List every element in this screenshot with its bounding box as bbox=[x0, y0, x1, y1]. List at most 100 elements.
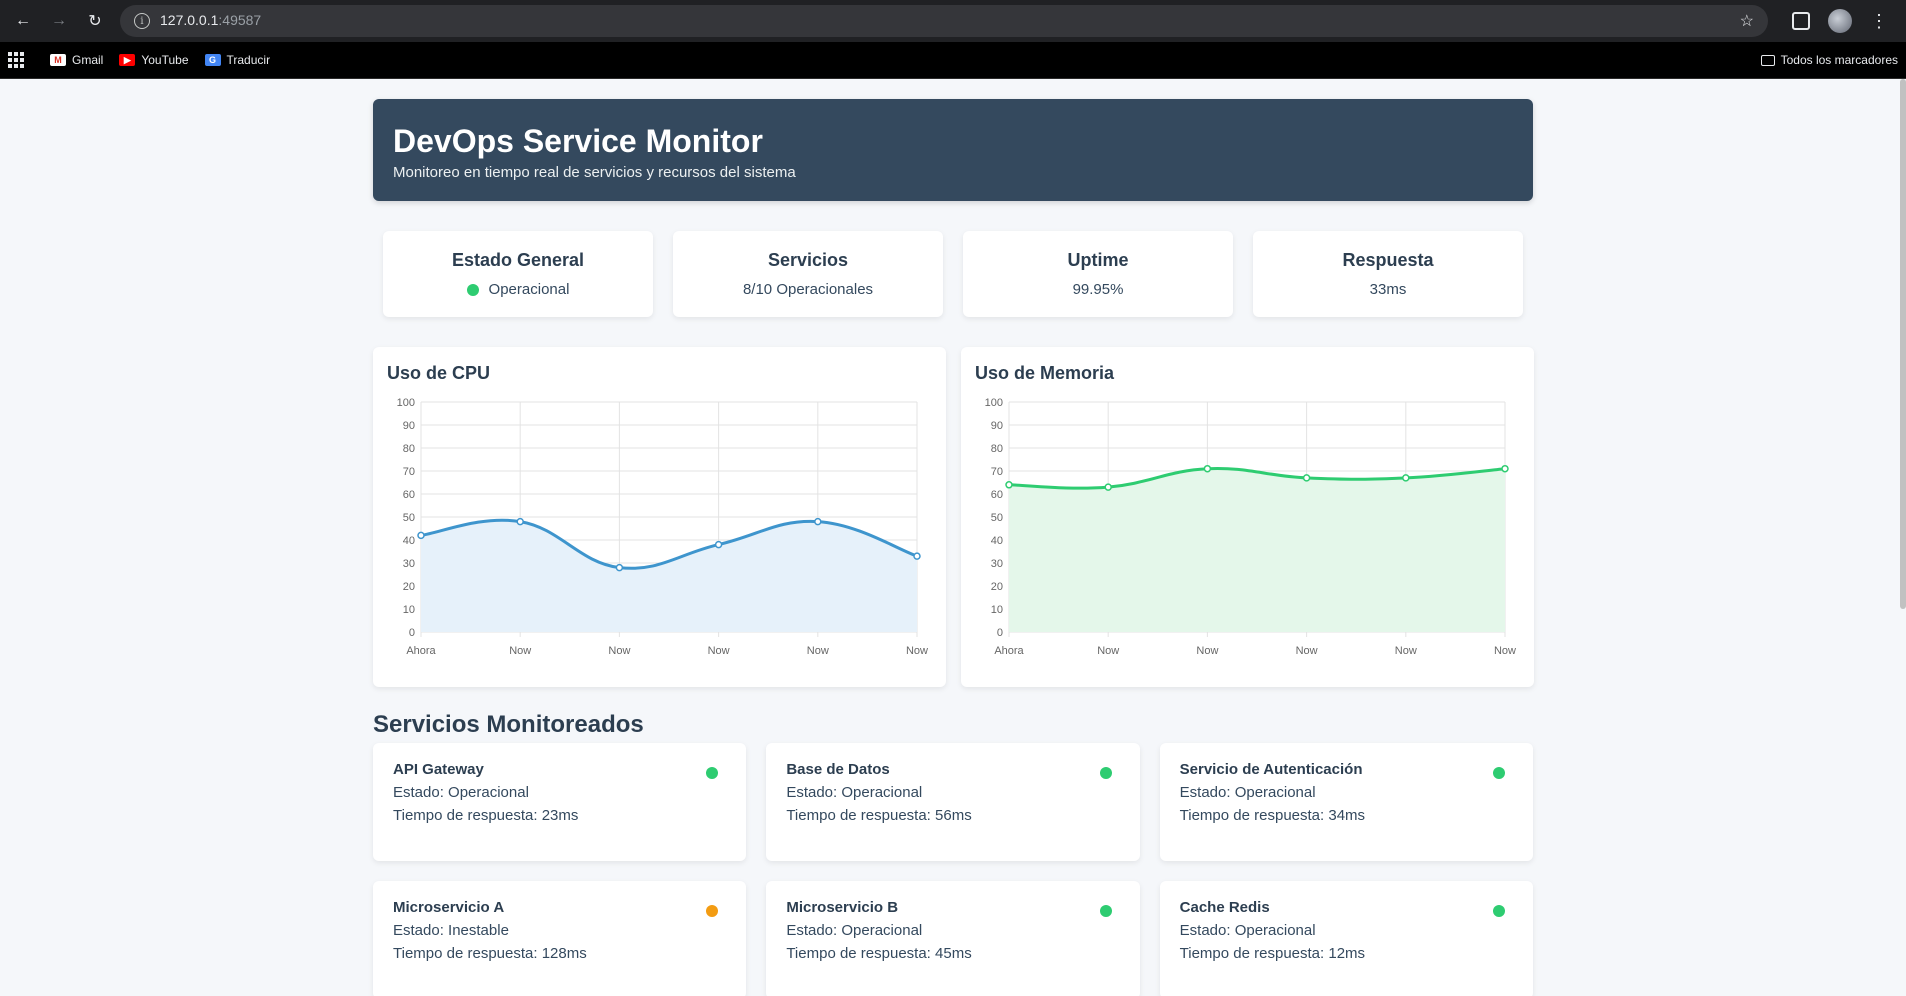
service-name: Servicio de Autenticación bbox=[1179, 761, 1363, 778]
address-bar[interactable]: i 127.0.0.1:49587 ☆ bbox=[120, 5, 1768, 37]
service-status: Estado: Operacional bbox=[1179, 784, 1316, 801]
service-response: Tiempo de respuesta: 12ms bbox=[1179, 945, 1366, 962]
dashboard-header: DevOps Service Monitor Monitoreo en tiem… bbox=[373, 99, 1533, 201]
y-tick-label: 50 bbox=[991, 512, 1003, 524]
y-tick-label: 70 bbox=[991, 466, 1003, 478]
y-tick-label: 100 bbox=[397, 397, 415, 409]
data-point[interactable] bbox=[1104, 483, 1112, 491]
service-response: Tiempo de respuesta: 56ms bbox=[786, 807, 972, 824]
browser-toolbar: ← → ↻ i 127.0.0.1:49587 ☆ ⋮ bbox=[0, 0, 1906, 42]
y-tick-label: 20 bbox=[991, 581, 1003, 593]
stats-row: Estado General Operacional Servicios 8/1… bbox=[383, 231, 1523, 317]
y-tick-label: 30 bbox=[403, 558, 415, 570]
x-tick-label: Ahora bbox=[994, 645, 1024, 657]
youtube-icon: ▶ bbox=[119, 54, 136, 66]
stat-title: Uptime bbox=[1067, 250, 1129, 270]
service-status: Estado: Operacional bbox=[786, 922, 923, 939]
stat-title: Respuesta bbox=[1342, 250, 1434, 270]
page-content: DevOps Service Monitor Monitoreo en tiem… bbox=[0, 79, 1906, 996]
y-tick-label: 100 bbox=[985, 397, 1003, 409]
status-dot-icon bbox=[1099, 767, 1112, 779]
site-info-icon[interactable]: i bbox=[134, 13, 150, 29]
cpu-chart-title: Uso de CPU bbox=[387, 363, 491, 383]
x-tick-label: Now bbox=[1395, 645, 1417, 657]
y-tick-label: 10 bbox=[991, 604, 1003, 616]
more-menu-icon[interactable]: ⋮ bbox=[1870, 11, 1888, 32]
y-tick-label: 60 bbox=[403, 489, 415, 501]
cpu-chart-card: Uso de CPU 0 10 20 30 40 50 60 70 80 90 100 Ahora No… bbox=[373, 347, 946, 687]
service-response: Tiempo de respuesta: 23ms bbox=[393, 807, 579, 824]
service-name: Microservicio B bbox=[786, 899, 899, 916]
data-point[interactable] bbox=[913, 552, 921, 560]
y-tick-label: 90 bbox=[403, 420, 415, 432]
page-title: DevOps Service Monitor bbox=[393, 123, 763, 159]
y-tick-label: 80 bbox=[403, 443, 415, 455]
cpu-chart: 0 10 20 30 40 50 60 70 80 90 100 Ahora Now Now Now Now N… bbox=[397, 397, 928, 657]
service-status: Estado: Operacional bbox=[1179, 922, 1316, 939]
x-tick-label: Now bbox=[1196, 645, 1218, 657]
x-tick-label: Now bbox=[708, 645, 730, 657]
bookmarks-bar: M Gmail ▶ YouTube G Traducir Todos los marc… bbox=[0, 42, 1906, 79]
profile-avatar[interactable] bbox=[1828, 9, 1852, 33]
translate-icon: G bbox=[204, 54, 221, 66]
bookmark-youtube[interactable]: ▶ YouTube bbox=[119, 53, 189, 67]
folder-icon bbox=[1760, 54, 1775, 66]
forward-icon[interactable]: → bbox=[44, 6, 74, 36]
y-tick-label: 20 bbox=[403, 581, 415, 593]
data-point[interactable] bbox=[516, 517, 524, 526]
data-point[interactable] bbox=[1302, 474, 1311, 482]
status-dot-icon bbox=[466, 283, 479, 296]
memory-chart-card: Uso de Memoria 0 10 20 30 40 50 60 70 80 90 100 Aho… bbox=[961, 347, 1534, 687]
y-tick-label: 80 bbox=[991, 443, 1003, 455]
service-card: Servicio de Autenticación Estado: Operac… bbox=[1159, 743, 1533, 861]
service-card: Microservicio A Estado: Inestable Tiempo… bbox=[373, 881, 747, 996]
reload-icon[interactable]: ↻ bbox=[80, 6, 110, 36]
y-tick-label: 10 bbox=[403, 604, 415, 616]
gmail-icon: M bbox=[50, 54, 66, 66]
data-point[interactable] bbox=[1203, 464, 1212, 473]
service-card: Base de Datos Estado: Operacional Tiempo… bbox=[766, 743, 1140, 861]
service-name: Cache Redis bbox=[1179, 899, 1270, 916]
page-subtitle: Monitoreo en tiempo real de servicios y … bbox=[393, 164, 796, 181]
data-point[interactable] bbox=[1501, 464, 1509, 473]
services-grid: API Gateway Estado: Operacional Tiempo d… bbox=[373, 743, 1533, 996]
service-status: Estado: Inestable bbox=[393, 922, 509, 939]
page-scrollbar[interactable] bbox=[1900, 79, 1906, 609]
stat-card-uptime: Uptime 99.95% bbox=[963, 231, 1233, 317]
service-card: API Gateway Estado: Operacional Tiempo d… bbox=[373, 743, 747, 861]
service-response: Tiempo de respuesta: 45ms bbox=[786, 945, 972, 962]
service-card: Cache Redis Estado: Operacional Tiempo d… bbox=[1159, 881, 1533, 996]
back-icon[interactable]: ← bbox=[8, 6, 38, 36]
services-section-title: Servicios Monitoreados bbox=[373, 711, 644, 738]
all-bookmarks[interactable]: Todos los marcadores bbox=[1760, 53, 1898, 67]
x-tick-label: Now bbox=[608, 645, 630, 657]
x-tick-label: Ahora bbox=[406, 645, 436, 657]
y-tick-label: 60 bbox=[991, 489, 1003, 501]
data-point[interactable] bbox=[714, 540, 723, 549]
stat-value: 33ms bbox=[1369, 281, 1407, 298]
bookmark-label: Gmail bbox=[72, 53, 104, 67]
memory-chart: 0 10 20 30 40 50 60 70 80 90 100 Ahora Now Now Now Now N… bbox=[985, 397, 1516, 657]
url-port: :49587 bbox=[218, 12, 262, 28]
y-tick-label: 30 bbox=[991, 558, 1003, 570]
bookmark-gmail[interactable]: M Gmail bbox=[50, 53, 103, 67]
stat-card-estado: Estado General Operacional bbox=[383, 231, 653, 317]
data-point[interactable] bbox=[1402, 474, 1410, 482]
data-point[interactable] bbox=[1005, 481, 1013, 489]
y-tick-label: 90 bbox=[991, 420, 1003, 432]
data-point[interactable] bbox=[814, 517, 822, 526]
status-dot-icon bbox=[1493, 767, 1505, 779]
bookmark-traducir[interactable]: G Traducir bbox=[204, 53, 270, 67]
x-tick-label: Now bbox=[1494, 645, 1516, 657]
extensions-icon[interactable] bbox=[1792, 12, 1810, 30]
data-point[interactable] bbox=[615, 563, 624, 572]
status-dot-icon bbox=[1493, 905, 1505, 917]
service-response: Tiempo de respuesta: 128ms bbox=[393, 945, 587, 962]
data-point[interactable] bbox=[417, 531, 425, 540]
all-bookmarks-label: Todos los marcadores bbox=[1780, 53, 1898, 67]
x-tick-label: Now bbox=[807, 645, 829, 657]
bookmark-star-icon[interactable]: ☆ bbox=[1740, 11, 1754, 31]
status-dot-icon bbox=[1099, 905, 1112, 917]
apps-grid-icon[interactable] bbox=[8, 52, 24, 68]
x-tick-label: Now bbox=[1097, 645, 1119, 657]
